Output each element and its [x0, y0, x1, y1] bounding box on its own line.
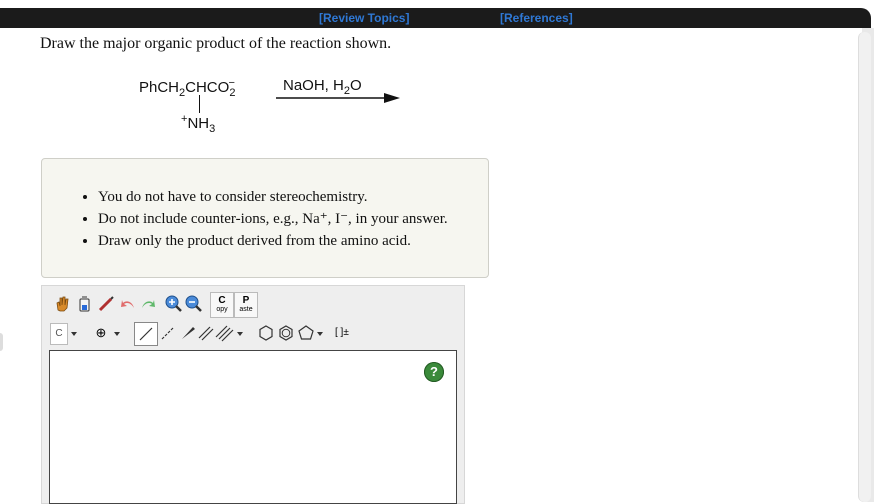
question-prompt: Draw the major organic product of the re…: [40, 35, 392, 52]
single-bond-icon[interactable]: [134, 322, 158, 346]
paste-label: aste: [239, 306, 253, 313]
top-bar: [Review Topics] [References]: [0, 8, 871, 28]
ammonium-sub-3: 3: [209, 123, 216, 135]
bond-dropdown-icon[interactable]: [236, 323, 244, 343]
element-dropdown-icon[interactable]: [70, 323, 78, 343]
inner-scrollbar[interactable]: [858, 32, 871, 502]
triple-bond-icon[interactable]: [214, 323, 234, 343]
redo-icon[interactable]: [138, 294, 158, 314]
zoom-in-icon[interactable]: [164, 294, 184, 314]
charge-tool[interactable]: ⊕: [91, 323, 111, 343]
reactant-charge: −: [228, 77, 235, 89]
drawing-canvas[interactable]: [49, 350, 457, 504]
draw-bond-icon[interactable]: [96, 294, 116, 314]
copy-label: opy: [216, 306, 228, 313]
ring-dropdown-icon[interactable]: [316, 323, 324, 343]
copy-label-letter: C: [218, 295, 226, 306]
wedge-bond-icon[interactable]: [178, 323, 198, 343]
zoom-out-icon[interactable]: [184, 294, 204, 314]
instruction-item: Do not include counter-ions, e.g., Na⁺, …: [98, 208, 448, 230]
hand-pan-icon[interactable]: [52, 294, 72, 314]
reaction-arrow-icon: [276, 93, 400, 103]
instruction-item: Draw only the product derived from the a…: [98, 230, 448, 252]
hashed-bond-icon[interactable]: [158, 323, 178, 343]
benzene-icon[interactable]: [276, 323, 296, 343]
instructions-box: You do not have to consider stereochemis…: [41, 158, 489, 278]
cyclohexane-icon[interactable]: [256, 323, 276, 343]
paste-button[interactable]: P aste: [234, 292, 258, 318]
element-selector[interactable]: C: [50, 323, 68, 345]
reactant-chco: CHCO: [185, 79, 230, 96]
cyclopentane-icon[interactable]: [296, 323, 316, 343]
undo-icon[interactable]: [118, 294, 138, 314]
left-edge-handle: [0, 333, 3, 351]
bracket-tool[interactable]: [ ]±: [335, 323, 359, 343]
references-link[interactable]: [References]: [500, 11, 573, 25]
ammonium-substituent: +NH3: [181, 113, 215, 135]
review-topics-link[interactable]: [Review Topics]: [319, 11, 409, 25]
help-button[interactable]: ?: [424, 362, 444, 382]
copy-button[interactable]: C opy: [210, 292, 234, 318]
lasso-select-icon[interactable]: [74, 294, 94, 314]
reactant-phch: PhCH: [139, 79, 180, 96]
double-bond-icon[interactable]: [196, 323, 216, 343]
instruction-item: You do not have to consider stereochemis…: [98, 186, 448, 208]
reactant: PhCH2CHCO2−: [139, 77, 235, 99]
paste-label-letter: P: [242, 295, 250, 306]
ammonium-nh: NH: [187, 115, 210, 132]
charge-dropdown-icon[interactable]: [113, 323, 121, 343]
bond-line: [199, 95, 200, 113]
